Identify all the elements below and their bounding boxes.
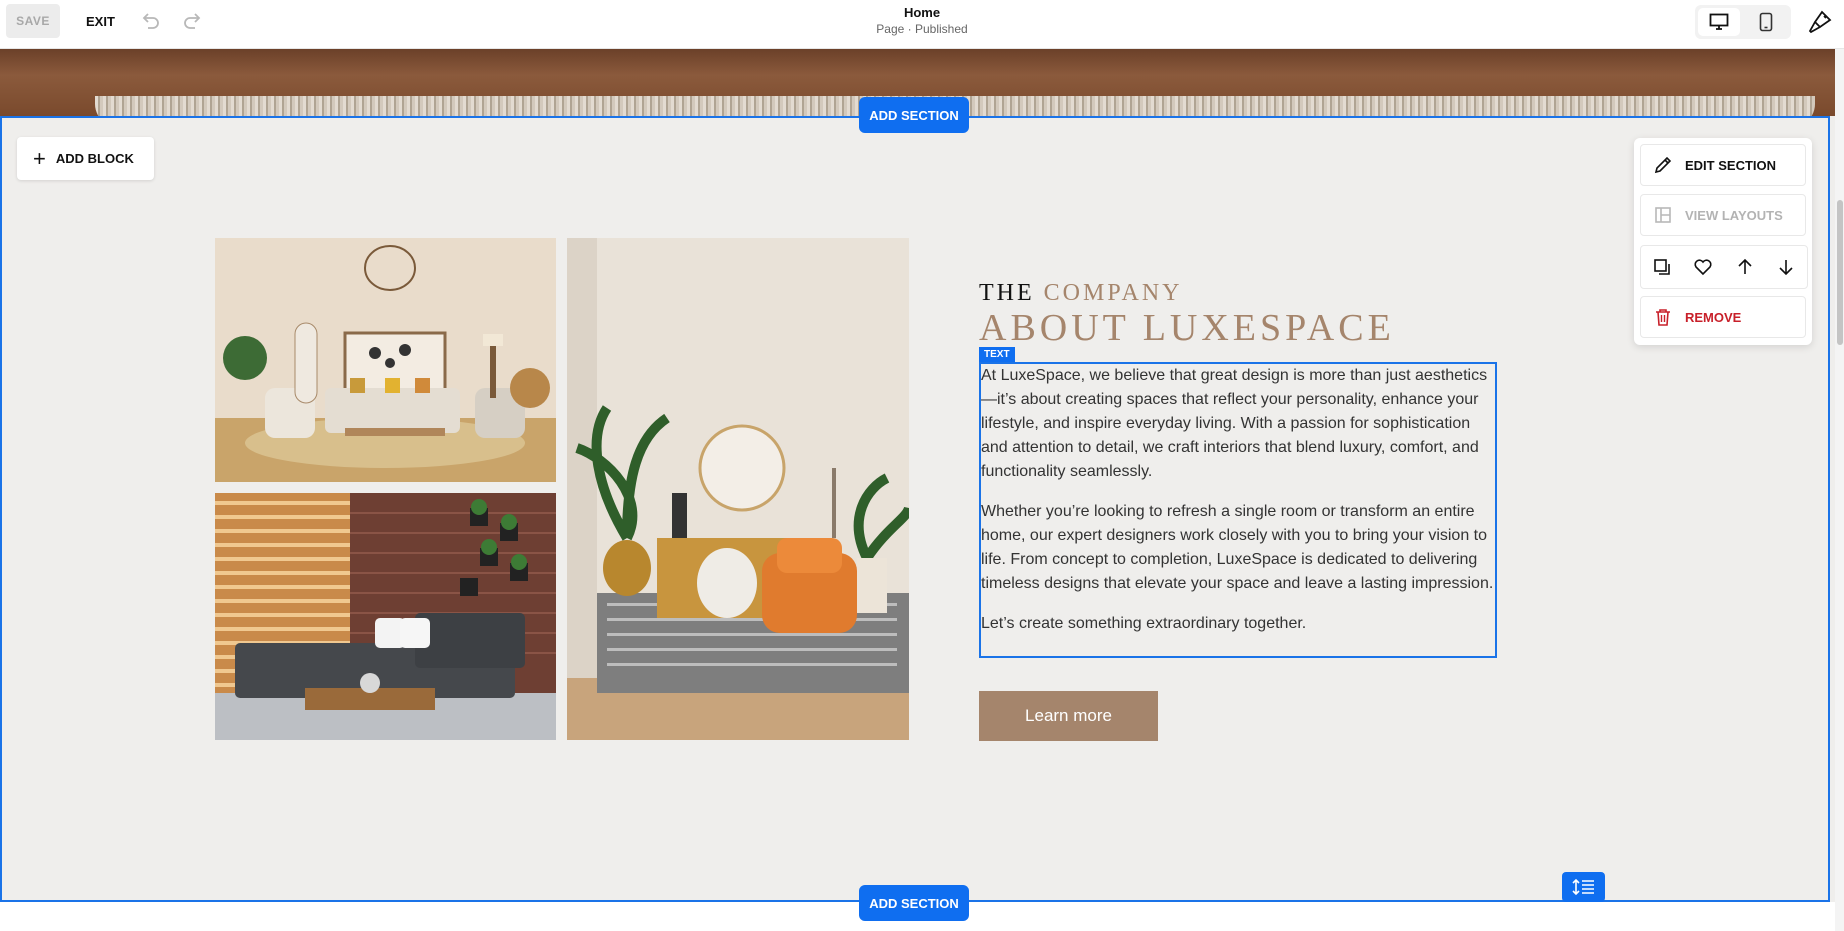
heart-icon[interactable] xyxy=(1691,255,1715,279)
armchair-illustration xyxy=(567,238,909,740)
layout-icon xyxy=(1655,207,1671,223)
page-title: Home xyxy=(903,5,941,20)
section-actions-panel: EDIT SECTION VIEW LAYOUTS REMOVE xyxy=(1634,138,1812,345)
add-section-bottom-button[interactable]: ADD SECTION xyxy=(859,885,969,921)
spacing-icon xyxy=(1571,878,1594,896)
section-spacing-button[interactable] xyxy=(1562,872,1605,902)
section-quick-actions xyxy=(1640,245,1808,289)
editor-toolbar: SAVE EXIT Home Page · Published xyxy=(0,0,1844,49)
desktop-icon xyxy=(1709,13,1729,30)
living-room-illustration xyxy=(215,238,556,482)
save-button[interactable]: SAVE xyxy=(6,4,60,38)
pencil-icon xyxy=(1654,156,1672,174)
heading-the-company[interactable]: THE COMPANY xyxy=(979,280,1182,307)
duplicate-icon[interactable] xyxy=(1650,255,1674,279)
desktop-view-button[interactable] xyxy=(1698,8,1740,36)
heading-prefix: THE xyxy=(979,280,1035,306)
edit-section-label: EDIT SECTION xyxy=(1685,157,1777,173)
paragraph-2: Whether you’re looking to refresh a sing… xyxy=(981,503,1494,592)
brick-wall-lounge-image[interactable] xyxy=(215,493,556,740)
text-block-tag: TEXT xyxy=(979,347,1015,362)
scrollbar-thumb[interactable] xyxy=(1837,200,1843,345)
add-section-top-button[interactable]: ADD SECTION xyxy=(859,97,969,133)
arrow-down-icon[interactable] xyxy=(1774,255,1798,279)
site-styles-icon[interactable] xyxy=(1807,9,1833,35)
paragraph-3: Let’s create something extraordinary tog… xyxy=(981,615,1307,632)
plus-icon: + xyxy=(33,145,46,171)
add-block-label: ADD BLOCK xyxy=(55,151,134,166)
heading-about[interactable]: ABOUT LUXESPACE xyxy=(979,306,1395,350)
view-layouts-button[interactable]: VIEW LAYOUTS xyxy=(1640,194,1806,236)
mobile-view-button[interactable] xyxy=(1745,8,1787,36)
trash-icon xyxy=(1656,309,1670,326)
redo-icon[interactable] xyxy=(181,10,205,32)
living-room-image[interactable] xyxy=(215,238,556,482)
orange-armchair-image[interactable] xyxy=(567,238,909,740)
paragraph-1: At LuxeSpace, we believe that great desi… xyxy=(981,367,1488,480)
remove-section-button[interactable]: REMOVE xyxy=(1640,296,1806,338)
add-block-button[interactable]: + ADD BLOCK xyxy=(17,137,154,180)
page-status: Page · Published xyxy=(876,22,968,36)
mobile-icon xyxy=(1759,12,1773,32)
learn-more-button[interactable]: Learn more xyxy=(979,691,1158,741)
view-layouts-label: VIEW LAYOUTS xyxy=(1685,207,1783,223)
remove-section-label: REMOVE xyxy=(1685,309,1742,325)
device-toggle xyxy=(1695,5,1791,39)
page-title-area: Home Page · Published xyxy=(0,5,1844,36)
edit-section-button[interactable]: EDIT SECTION xyxy=(1640,144,1806,186)
arrow-up-icon[interactable] xyxy=(1733,255,1757,279)
scrollbar-track[interactable] xyxy=(1835,48,1844,931)
selected-text-block[interactable]: At LuxeSpace, we believe that great desi… xyxy=(979,362,1497,658)
exit-button[interactable]: EXIT xyxy=(80,9,121,33)
undo-icon[interactable] xyxy=(138,10,162,32)
brick-lounge-illustration xyxy=(215,493,556,740)
heading-accent: COMPANY xyxy=(1043,280,1183,306)
